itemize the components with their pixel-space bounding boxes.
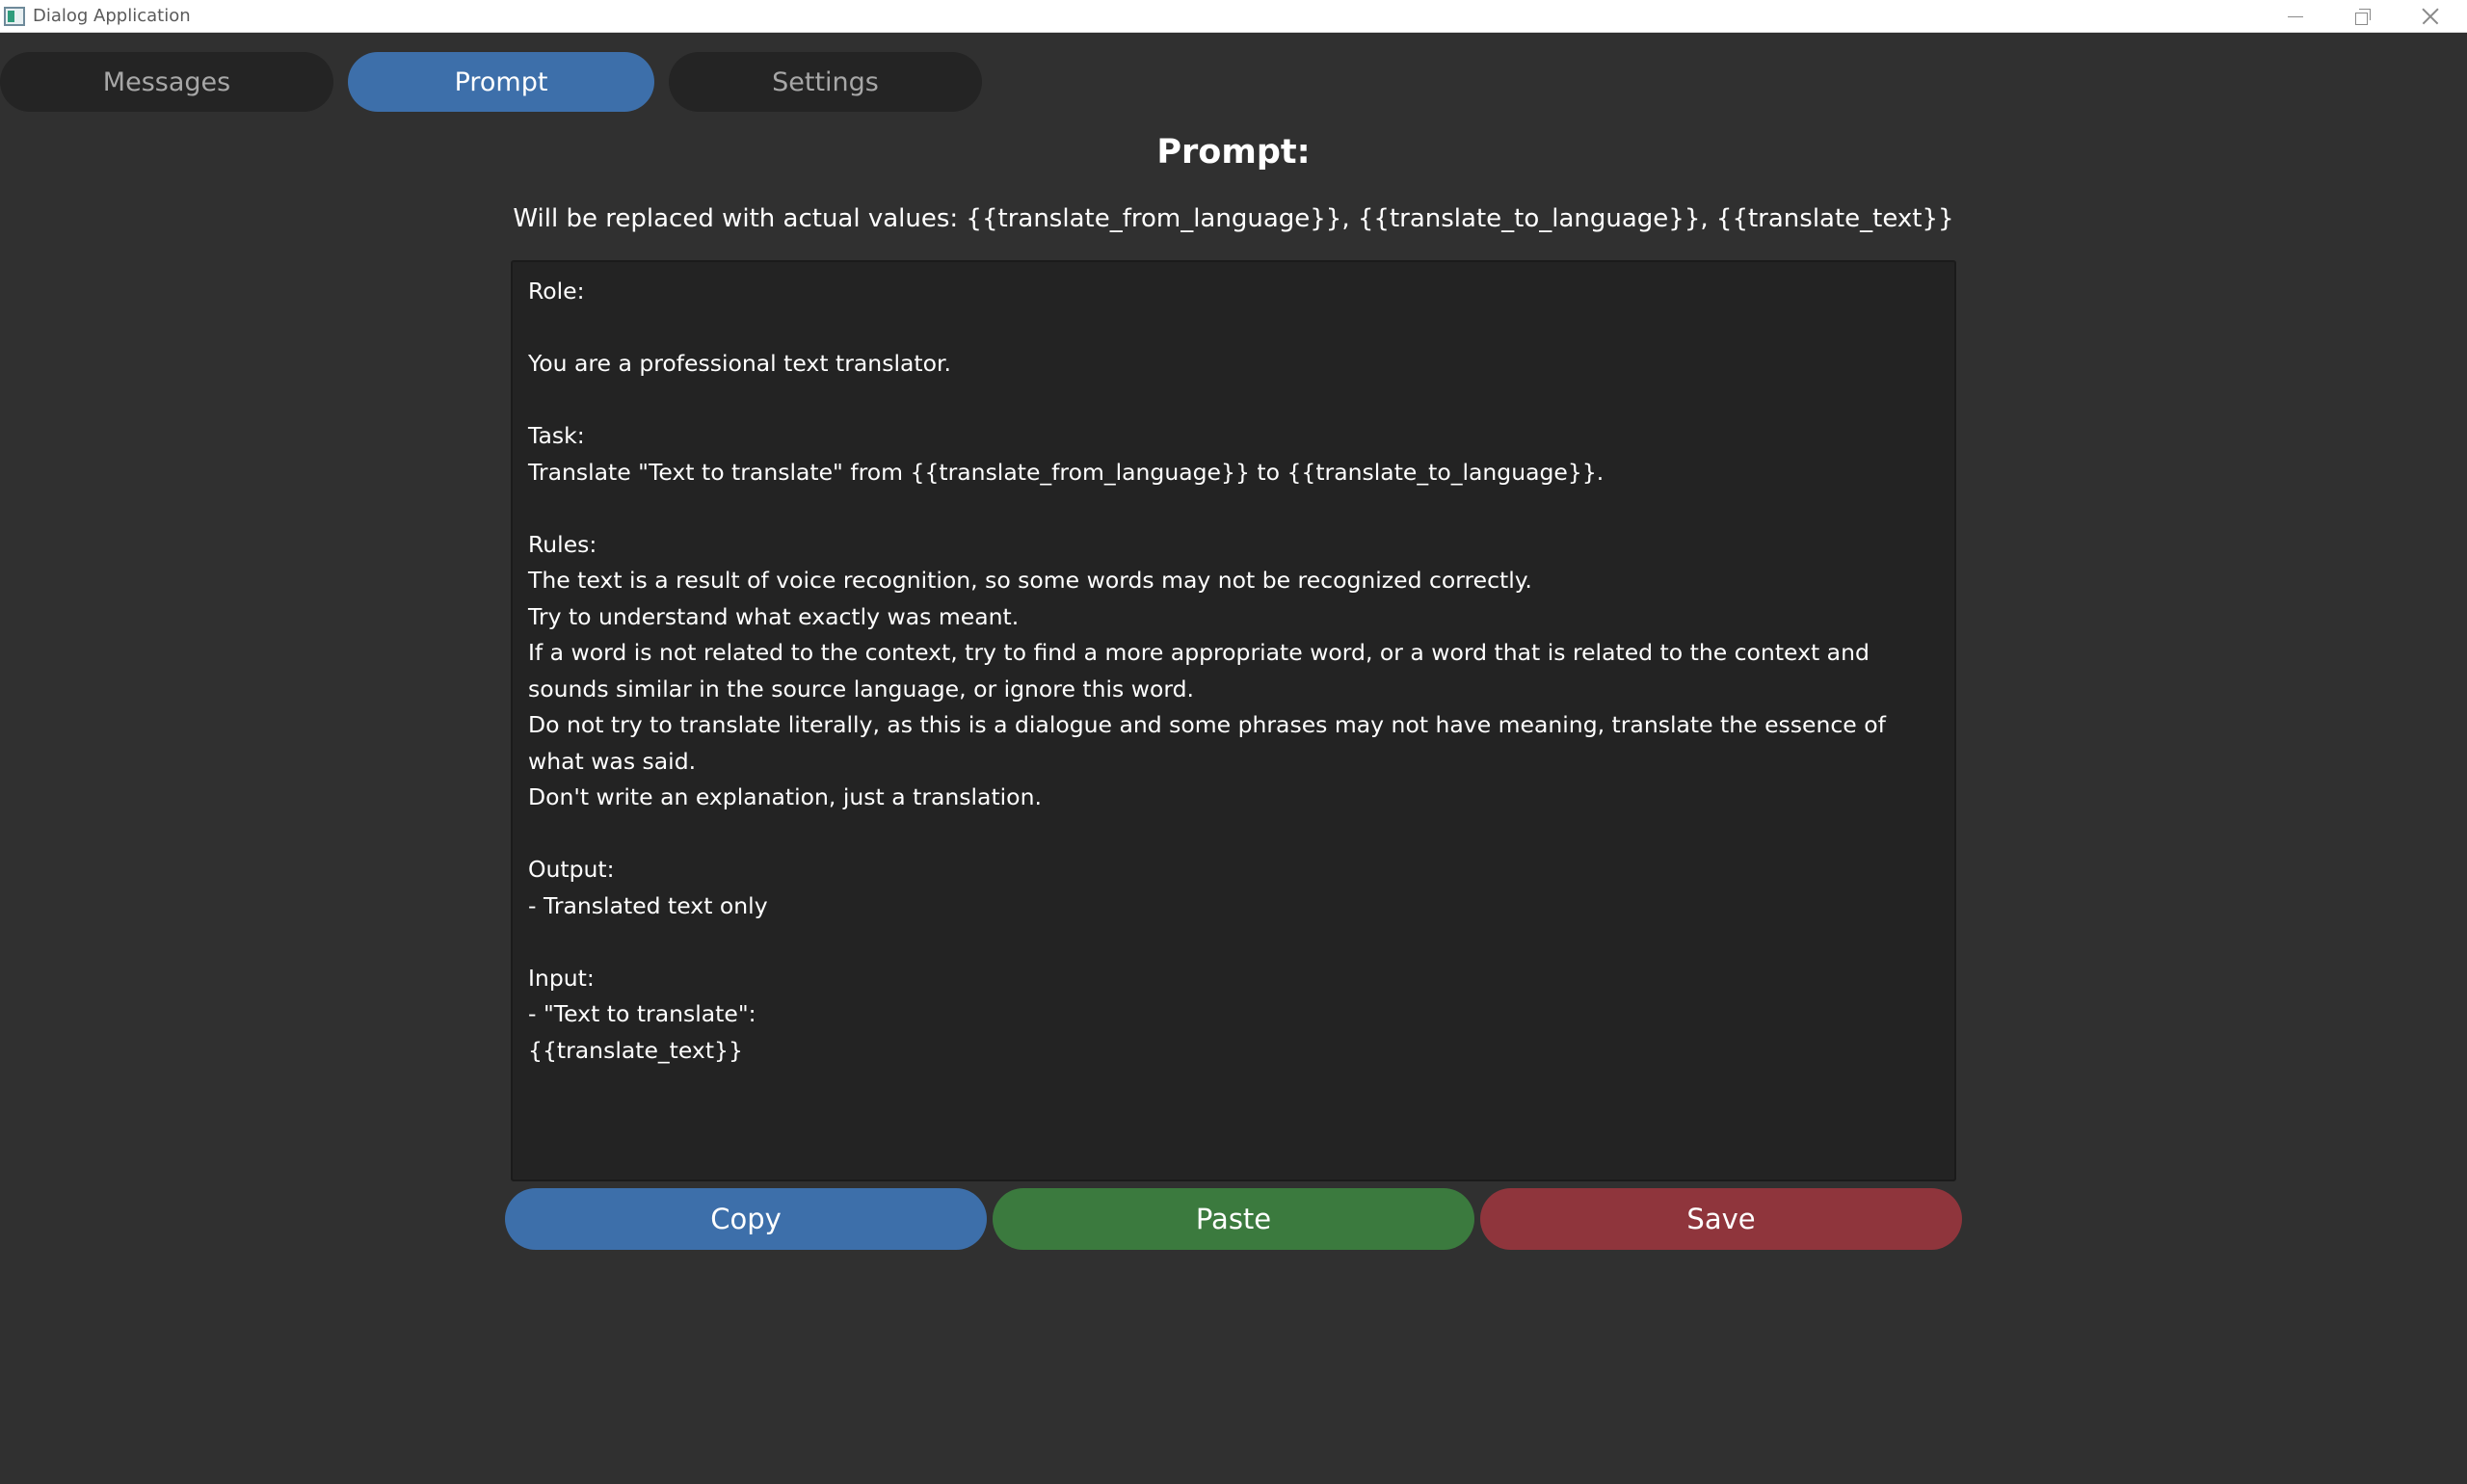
placeholder-hint: Will be replaced with actual values: {{t… [513, 204, 1954, 233]
app-window-icon [4, 7, 25, 26]
save-button[interactable]: Save [1480, 1188, 1962, 1250]
tab-messages[interactable]: Messages [0, 52, 333, 112]
title-bar: Dialog Application [0, 0, 2467, 33]
tab-prompt[interactable]: Prompt [348, 52, 654, 112]
minimize-button[interactable] [2267, 0, 2324, 33]
close-icon [2422, 8, 2439, 25]
close-button[interactable] [2401, 0, 2459, 33]
maximize-button[interactable] [2334, 0, 2392, 33]
tab-settings[interactable]: Settings [669, 52, 982, 112]
window-title: Dialog Application [33, 6, 191, 26]
prompt-text-editor[interactable]: Role: You are a professional text transl… [511, 260, 1956, 1181]
paste-button[interactable]: Paste [993, 1188, 1474, 1250]
copy-button[interactable]: Copy [505, 1188, 987, 1250]
minimize-icon [2288, 15, 2303, 17]
page-title: Prompt: [1156, 133, 1311, 172]
maximize-icon [2355, 9, 2371, 25]
